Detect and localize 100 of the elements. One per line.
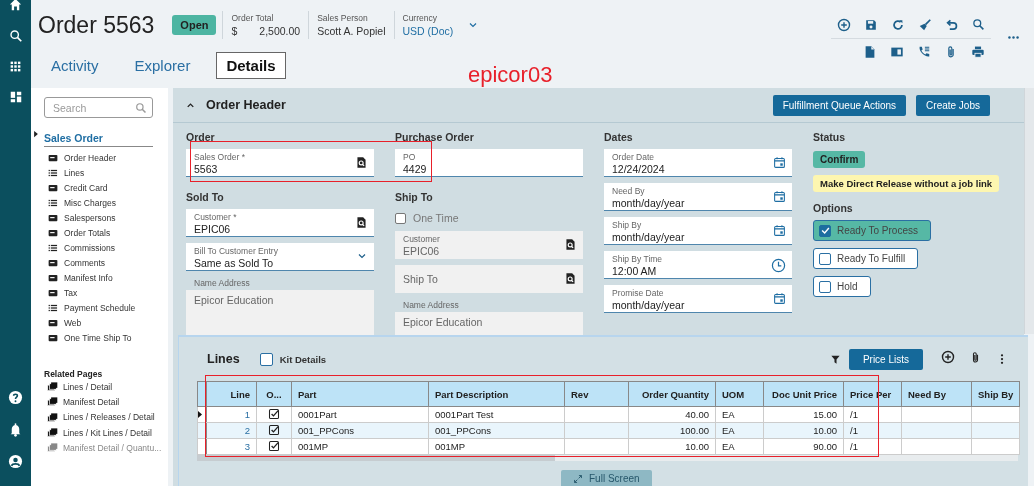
calendar-icon[interactable] <box>773 190 786 203</box>
calendar-icon[interactable] <box>773 156 786 169</box>
nav-item[interactable]: Manifest Info <box>48 270 168 285</box>
checkbox-square[interactable] <box>259 352 273 366</box>
dashboard-icon[interactable] <box>8 90 23 104</box>
nav-item[interactable]: Tax <box>48 285 168 300</box>
nav-item[interactable]: Commissions <box>48 240 168 255</box>
column-header[interactable]: Ship By <box>971 381 1020 407</box>
input-field[interactable]: Order Date 12/24/2024 <box>604 149 792 177</box>
column-header[interactable]: Line <box>206 381 257 407</box>
option-toggle[interactable]: Ready To Process <box>813 220 931 241</box>
checkbox-square[interactable] <box>395 212 406 224</box>
checked-box-icon[interactable] <box>268 439 280 452</box>
filter-icon[interactable] <box>829 353 841 365</box>
info-label: Order Total <box>231 13 275 23</box>
checkbox[interactable]: Kit Details <box>259 352 327 366</box>
input-field[interactable]: Promise Date month/day/year <box>604 285 792 313</box>
nav-section[interactable]: Sales Order <box>44 132 103 144</box>
row-marker-cell[interactable] <box>197 438 207 455</box>
checked-box-icon[interactable] <box>268 407 280 420</box>
bell-icon[interactable] <box>8 422 23 437</box>
nav-item[interactable]: One Time Ship To <box>48 330 168 345</box>
lookup-icon[interactable] <box>355 216 368 229</box>
undo-icon[interactable] <box>945 18 959 32</box>
save-icon[interactable] <box>864 18 878 32</box>
currency-dropdown[interactable]: USD (Doc) <box>402 25 454 37</box>
status-badge: Open <box>172 15 217 35</box>
currency-symbol: $ <box>231 25 238 37</box>
nav-item[interactable]: Order Totals <box>48 225 168 240</box>
list-icon <box>48 242 58 253</box>
lookup-icon[interactable] <box>355 156 368 169</box>
tab[interactable]: Activity <box>41 51 109 79</box>
clock-icon[interactable] <box>771 258 786 273</box>
list-icon <box>48 167 58 178</box>
search-icon[interactable] <box>972 18 985 31</box>
row-marker-cell[interactable] <box>197 406 207 423</box>
nav-item[interactable]: Order Header <box>48 150 168 165</box>
phone-icon[interactable] <box>917 45 931 59</box>
column-header[interactable]: O... <box>256 381 292 407</box>
user-icon[interactable] <box>8 454 23 469</box>
column-header[interactable]: Order Quantity <box>628 381 716 407</box>
panel-icon[interactable] <box>890 45 904 59</box>
option-toggle[interactable]: Hold <box>813 276 871 297</box>
calendar-icon[interactable] <box>773 224 786 237</box>
tab[interactable]: Details <box>216 51 286 79</box>
related-page-link[interactable]: Manifest Detail <box>44 394 168 410</box>
calendar-icon[interactable] <box>773 292 786 305</box>
home-icon[interactable] <box>8 0 23 12</box>
option-toggle[interactable]: Ready To Fulfill <box>813 248 919 269</box>
print-icon[interactable] <box>971 45 985 59</box>
input-field[interactable]: Sales Order * 5563 <box>186 149 374 177</box>
action-button[interactable]: Fulfillment Queue Actions <box>772 94 907 116</box>
input-field[interactable]: Ship By month/day/year <box>604 217 792 245</box>
refresh-icon[interactable] <box>891 18 905 32</box>
card-icon <box>48 257 58 268</box>
action-button[interactable]: Price Lists <box>848 348 923 370</box>
document-icon[interactable] <box>863 45 877 59</box>
nav-item[interactable]: Salespersons <box>48 210 168 225</box>
add-icon[interactable] <box>941 350 955 364</box>
full-screen-button[interactable]: Full Screen <box>561 470 652 486</box>
card-icon <box>48 182 58 193</box>
column-header[interactable]: Part <box>291 381 429 407</box>
nav-item[interactable]: Comments <box>48 255 168 270</box>
related-page-link[interactable]: Lines / Kit Lines / Detail <box>44 424 168 441</box>
input-field[interactable]: Ship By Time 12:00 AM <box>604 251 792 279</box>
scrollbar[interactable] <box>1024 88 1034 334</box>
related-page-link[interactable]: Lines / Detail <box>44 379 168 395</box>
column-header[interactable]: Doc Unit Price <box>763 381 844 407</box>
nav-item[interactable]: Payment Schedule <box>48 300 168 315</box>
input-field[interactable]: Customer * EPIC06 <box>186 209 374 237</box>
brush-icon[interactable] <box>918 18 932 32</box>
input-field[interactable]: Bill To Customer Entry Same as Sold To <box>186 243 374 271</box>
table-cell: /1 <box>843 406 902 423</box>
nav-item[interactable]: Misc Charges <box>48 195 168 210</box>
column-header[interactable]: UOM <box>715 381 764 407</box>
checked-box-icon[interactable] <box>268 423 280 436</box>
search-icon[interactable] <box>8 29 23 43</box>
action-button[interactable]: Create Jobs <box>916 94 990 116</box>
pages-icon <box>47 442 58 454</box>
section-heading: Purchase Order <box>395 131 475 145</box>
table-cell: EA <box>715 438 764 455</box>
panel-title: Order Header <box>206 98 287 112</box>
column-header[interactable]: Part Description <box>428 381 565 407</box>
column-header[interactable]: Need By <box>901 381 972 407</box>
input-field[interactable]: PO 4429 <box>395 149 583 177</box>
related-page-link[interactable]: Lines / Releases / Detail <box>44 409 168 425</box>
info-label: Currency <box>402 13 438 23</box>
tab[interactable]: Explorer <box>124 51 201 79</box>
table-cell: /1 <box>843 438 902 455</box>
card-icon <box>48 287 58 298</box>
input-field[interactable]: Need By month/day/year <box>604 183 792 211</box>
row-marker-cell[interactable] <box>197 422 207 439</box>
nav-item[interactable]: Web <box>48 315 168 330</box>
section-heading: Sold To <box>186 191 225 205</box>
help-icon[interactable] <box>8 390 23 405</box>
apps-grid-icon[interactable] <box>9 60 22 73</box>
nav-item[interactable]: Credit Card <box>48 180 168 195</box>
column-header[interactable]: Rev <box>564 381 629 407</box>
nav-item[interactable]: Lines <box>48 165 168 180</box>
add-icon[interactable] <box>837 18 851 32</box>
